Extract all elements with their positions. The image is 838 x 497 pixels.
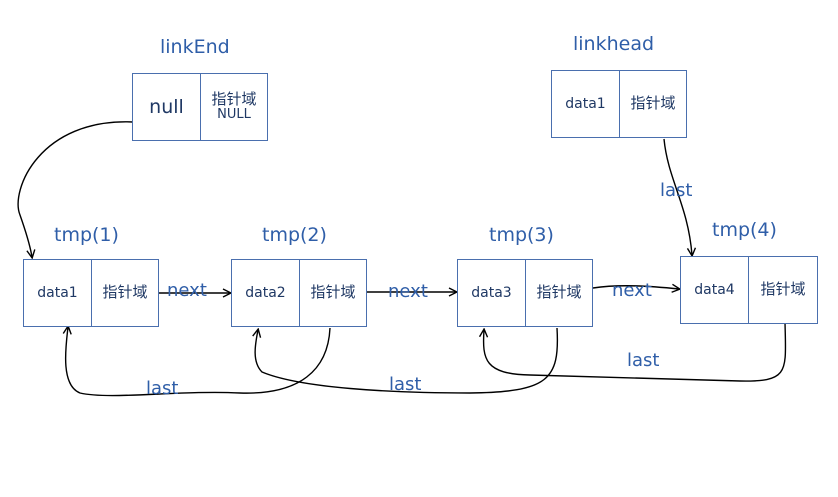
tmp4-title: tmp(4) <box>712 219 777 241</box>
last-label-3-2: last <box>389 374 422 395</box>
next-label-3-4: next <box>612 280 652 301</box>
node-data-cell: data3 <box>458 260 526 326</box>
node-pointer-cell: 指针域 <box>536 283 582 302</box>
next-label-1-2: next <box>167 280 207 301</box>
tmp1-node: data1 指针域 <box>23 259 159 327</box>
node-pointer-cell: 指针域 <box>102 283 148 302</box>
node-pointer-cell: 指针域 <box>760 280 806 299</box>
node-pointer-cell: 指针域 NULL <box>201 74 267 140</box>
node-data-cell: data1 <box>552 71 620 137</box>
pointer-field-label: 指针域 <box>211 89 257 108</box>
last-label-2-1: last <box>146 378 179 399</box>
tmp2-node: data2 指针域 <box>231 259 367 327</box>
node-data-cell: null <box>133 74 201 140</box>
last-arrow-2-1 <box>66 327 331 397</box>
connectors-layer <box>17 121 787 397</box>
linked-list-diagram: linkEnd linkhead tmp(1) tmp(2) tmp(3) tm… <box>0 0 838 497</box>
link-end-node: null 指针域 NULL <box>132 73 268 141</box>
tmp3-title: tmp(3) <box>489 224 554 246</box>
tmp4-node: data4 指针域 <box>680 256 818 324</box>
tmp3-node: data3 指针域 <box>457 259 593 327</box>
last-label-head-4: last <box>660 180 693 201</box>
link-head-node: data1 指针域 <box>551 70 687 138</box>
last-label-4-3: last <box>627 350 660 371</box>
node-data-cell: data1 <box>24 260 92 326</box>
tmp1-title: tmp(1) <box>54 224 119 246</box>
node-pointer-cell: 指针域 <box>310 283 356 302</box>
pointer-value: NULL <box>217 107 251 123</box>
tmp2-title: tmp(2) <box>262 224 327 246</box>
node-data-cell: data2 <box>232 260 300 326</box>
node-pointer-cell: 指针域 <box>630 94 676 113</box>
link-end-title: linkEnd <box>160 36 230 58</box>
node-data-cell: data4 <box>681 257 749 323</box>
link-head-title: linkhead <box>573 33 655 55</box>
next-label-2-3: next <box>388 281 428 302</box>
